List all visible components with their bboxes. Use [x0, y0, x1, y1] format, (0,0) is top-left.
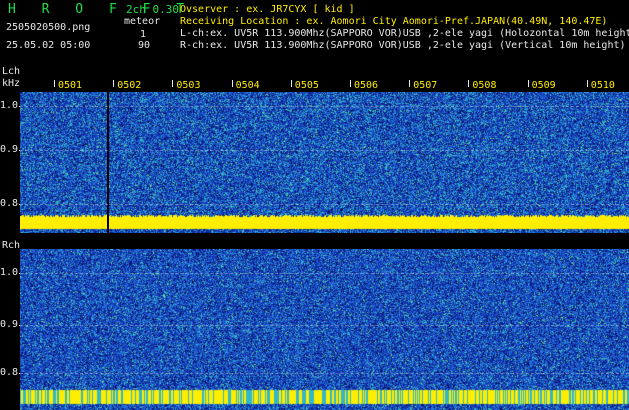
lch-label: Lch	[2, 66, 21, 77]
time-tick-label: 0503	[176, 80, 201, 91]
rch-label: Rch	[2, 240, 21, 251]
time-tick-label: 0506	[354, 80, 379, 91]
rch-spectrogram	[20, 249, 629, 410]
lch-gridline	[20, 106, 629, 107]
time-tick-mark	[231, 80, 233, 87]
meteor-trace	[107, 92, 109, 233]
lch-info-line: L-ch:ex. UV5R 113.900Mhz(SAPPORO VOR)USB…	[180, 28, 629, 39]
rch-gridline	[20, 325, 629, 326]
observer-line: Ovserver : ex. JR7CYX [ kid ]	[180, 4, 355, 15]
time-tick-label: 0502	[117, 80, 142, 91]
rch-gridline	[20, 273, 629, 274]
time-tick-mark	[290, 80, 292, 87]
lch-spectrogram	[20, 92, 629, 233]
filename-label: 2505020500.png	[6, 22, 91, 33]
rch-y-tick-label: 0.8	[0, 367, 19, 378]
datetime-label: 25.05.02 05:00	[6, 40, 91, 51]
time-tick-mark	[172, 80, 174, 87]
rch-info-line: R-ch:ex. UV5R 113.900Mhz(SAPPORO VOR)USB…	[180, 40, 626, 51]
time-tick-mark	[409, 80, 411, 87]
time-tick-mark	[468, 80, 470, 87]
lch-y-tick-label: 0.8	[0, 198, 19, 209]
lch-y-tick-label: 0.9	[0, 144, 19, 155]
mode-label: 2ch 0.30	[126, 3, 179, 16]
time-tick-label: 0509	[531, 80, 556, 91]
lch-y-tick-label: 1.0	[0, 100, 19, 111]
lch-waterfall-canvas	[20, 92, 629, 233]
meteor-label: meteor	[124, 16, 161, 27]
time-tick-label: 0508	[472, 80, 497, 91]
time-tick-label: 0507	[413, 80, 438, 91]
time-tick-label: 0504	[235, 80, 260, 91]
lch-unit: kHz	[2, 78, 21, 89]
rch-y-tick-label: 1.0	[0, 267, 19, 278]
time-tick-label: 0505	[294, 80, 319, 91]
time-tick-label: 0510	[590, 80, 615, 91]
time-tick-mark	[54, 80, 55, 87]
time-tick-mark	[350, 80, 351, 87]
time-tick-mark	[527, 80, 529, 87]
time-tick-mark	[586, 80, 588, 87]
meteor-count-rch: 90	[138, 40, 151, 51]
location-line: Receiving Location : ex. Aomori City Aom…	[180, 16, 608, 27]
lch-gridline	[20, 150, 629, 151]
lch-gridline	[20, 204, 629, 205]
time-tick-mark	[113, 80, 115, 87]
rch-y-tick-label: 0.9	[0, 319, 19, 330]
time-tick-label: 0501	[58, 80, 83, 91]
rch-gridline	[20, 373, 629, 374]
